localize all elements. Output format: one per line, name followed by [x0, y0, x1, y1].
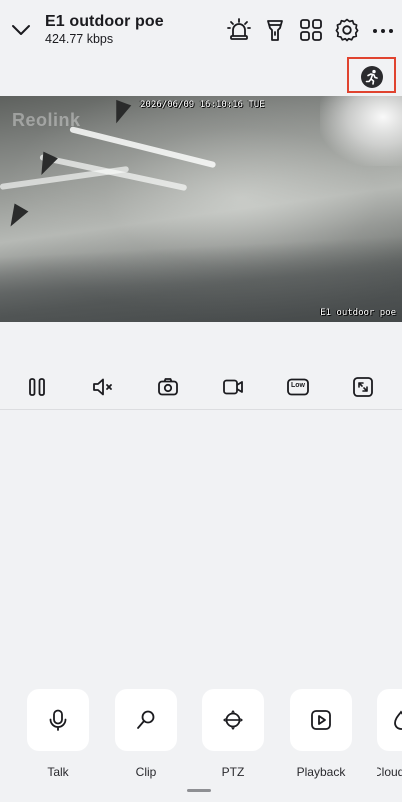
clip-button[interactable]: [115, 689, 177, 751]
talk-button[interactable]: [27, 689, 89, 751]
quick-action-clip[interactable]: Clip: [115, 689, 179, 779]
quick-action-label: Playback: [296, 765, 346, 779]
camera-title[interactable]: E1 outdoor poe: [45, 13, 164, 31]
siren-icon[interactable]: [226, 17, 252, 43]
player-controls: Low: [0, 366, 402, 410]
cloud-button[interactable]: [377, 689, 402, 751]
osd-timestamp: 2026/06/09 16:10:16 TUE: [140, 100, 265, 110]
quick-action-ptz[interactable]: PTZ: [202, 689, 266, 779]
pause-icon[interactable]: [25, 375, 49, 399]
mute-icon[interactable]: [91, 375, 115, 399]
osd-camera-name: E1 outdoor poe: [320, 308, 396, 318]
microphone-icon: [49, 709, 67, 731]
quick-actions: Talk Clip PTZ Playback Cloud: [0, 689, 402, 779]
quick-action-label: Talk: [47, 765, 69, 779]
home-indicator: [187, 789, 211, 792]
gear-icon[interactable]: [334, 17, 360, 43]
motion-indicator[interactable]: [347, 57, 396, 93]
watermark-text: Reolink: [12, 110, 81, 130]
bitrate-label: 424.77 kbps: [45, 32, 114, 46]
quality-button[interactable]: Low: [286, 375, 310, 399]
record-icon[interactable]: [221, 375, 245, 399]
flashlight-icon[interactable]: [262, 17, 288, 43]
snapshot-icon[interactable]: [156, 375, 180, 399]
clip-icon: [137, 710, 155, 729]
ptz-button[interactable]: [202, 689, 264, 751]
quick-action-talk[interactable]: Talk: [27, 689, 91, 779]
fullscreen-icon[interactable]: [351, 375, 375, 399]
video-light-glare: [320, 96, 402, 166]
grid-icon[interactable]: [298, 17, 324, 43]
motion-badge: [361, 66, 383, 88]
top-bar: E1 outdoor poe 424.77 kbps: [0, 0, 402, 58]
playback-button[interactable]: [290, 689, 352, 751]
live-video[interactable]: Reolink 2026/06/09 16:10:16 TUE E1 outdo…: [0, 96, 402, 322]
chevron-down-icon[interactable]: [10, 20, 32, 40]
quality-label: Low: [291, 382, 305, 389]
quick-action-playback[interactable]: Playback: [290, 689, 354, 779]
ptz-icon: [223, 710, 243, 730]
quick-action-cloud[interactable]: Cloud: [377, 689, 402, 779]
cloud-icon: [394, 710, 402, 730]
playback-icon: [311, 710, 331, 730]
quick-action-label: PTZ: [221, 765, 245, 779]
more-icon[interactable]: [370, 17, 396, 43]
running-person-icon: [365, 69, 378, 85]
quick-action-label: Cloud: [377, 765, 402, 779]
